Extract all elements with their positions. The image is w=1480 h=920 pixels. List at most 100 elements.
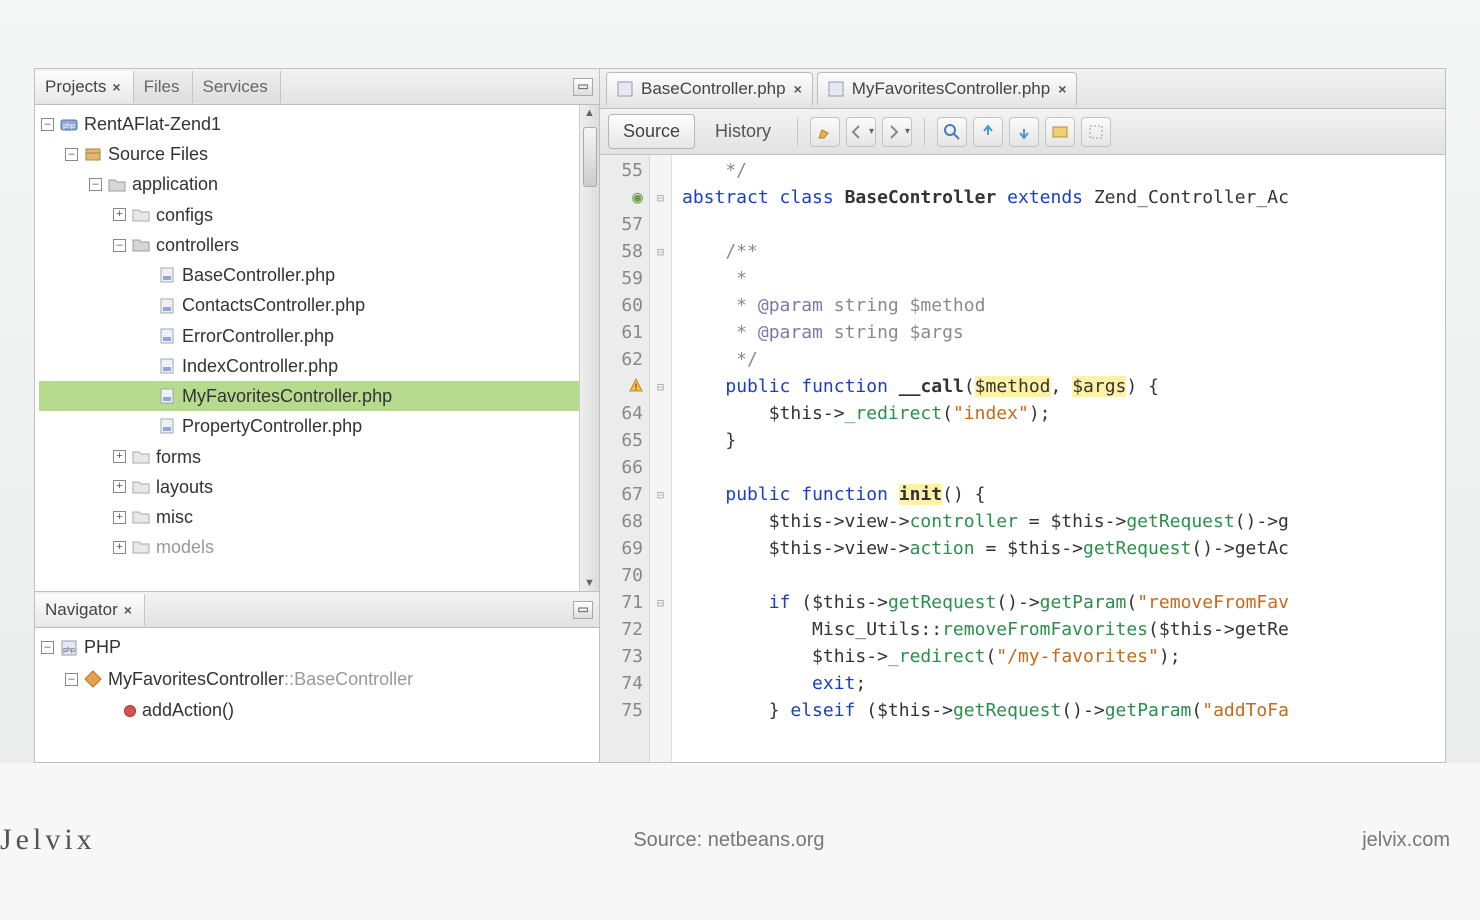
tree-folder[interactable]: +misc [39,502,599,532]
projects-tree: – php RentAFlat-Zend1 – Source Files – [35,105,599,567]
collapse-icon[interactable]: – [41,118,54,131]
tree-label: forms [156,442,201,472]
tree-folder[interactable]: + forms [39,442,599,472]
minimize-icon[interactable]: ▭ [573,78,593,96]
tree-application[interactable]: – application [39,169,599,199]
tree-source-files[interactable]: – Source Files [39,139,599,169]
expand-icon[interactable]: + [113,450,126,463]
code-editor[interactable]: 55◉575859606162!646566676869707172737475… [600,155,1445,762]
vertical-scrollbar[interactable]: ▲ ▼ [579,105,599,591]
close-icon[interactable]: × [124,602,132,618]
tree-label: ErrorController.php [182,321,334,351]
tree-file[interactable]: IndexController.php [39,351,599,381]
tree-label: RentAFlat-Zend1 [84,109,221,139]
package-icon [84,145,102,163]
expand-icon[interactable]: + [113,480,126,493]
tree-file[interactable]: BaseController.php [39,260,599,290]
scroll-up-icon[interactable]: ▲ [584,105,595,121]
line-number-gutter: 55◉575859606162!646566676869707172737475 [600,155,650,762]
collapse-icon[interactable]: – [41,641,54,654]
find-next-icon[interactable] [1009,117,1039,147]
php-file-icon [158,297,176,315]
collapse-icon[interactable]: – [65,148,78,161]
tab-services[interactable]: Services [193,71,281,103]
nav-root[interactable]: – php PHP [39,632,599,664]
folder-open-icon [108,176,126,194]
tree-label: models [156,532,214,562]
editor-tab-myfavorites[interactable]: MyFavoritesController.php × [817,72,1078,105]
close-icon[interactable]: × [112,79,120,95]
class-icon [84,670,102,688]
tree-folder-configs[interactable]: + configs [39,200,599,230]
fold-icon[interactable]: ⊟ [657,189,664,207]
brand-logo: Jelvix [0,823,96,857]
folder-icon [132,448,150,466]
tab-files[interactable]: Files [134,71,193,103]
tree-label: PHP [84,632,121,664]
editor-tabstrip: BaseController.php × MyFavoritesControll… [600,69,1445,109]
tree-label: addAction() [142,695,234,727]
folder-open-icon [132,236,150,254]
ide-window: Projects × Files Services ▭ – php RentAF… [34,68,1446,763]
source-button[interactable]: Source [608,114,695,149]
code-area[interactable]: */abstract class BaseController extends … [672,155,1289,762]
folder-icon [132,538,150,556]
nav-class-label: MyFavoritesController::BaseController [108,664,413,696]
fold-marker-column[interactable]: ⊟ ⊟ ⊟ ⊟ ⊟ [650,155,672,762]
close-icon[interactable]: × [794,81,802,97]
tree-label: MyFavoritesController.php [182,381,392,411]
scroll-down-icon[interactable]: ▼ [584,575,595,591]
tree-file[interactable]: ContactsController.php [39,290,599,320]
fold-icon[interactable]: ⊟ [657,594,664,612]
tab-label: Projects [45,77,106,97]
fold-icon[interactable]: ⊟ [657,243,664,261]
tab-projects[interactable]: Projects × [35,71,134,103]
expand-icon[interactable]: + [113,511,126,524]
tab-label: BaseController.php [641,79,786,99]
tab-label: Files [144,77,180,97]
tree-folder[interactable]: + models [39,532,599,562]
close-icon[interactable]: × [1058,81,1066,97]
tree-label: BaseController.php [182,260,335,290]
find-previous-icon[interactable] [973,117,1003,147]
find-selection-icon[interactable] [937,117,967,147]
left-tabstrip: Projects × Files Services ▭ [35,69,599,105]
tree-file[interactable]: PropertyController.php [39,411,599,441]
tree-label: application [132,169,218,199]
history-button[interactable]: History [701,115,785,148]
site-url: jelvix.com [1362,829,1450,852]
navigator-tabstrip: Navigator × ▭ [35,592,599,628]
image-footer: Jelvix Source: netbeans.org jelvix.com [0,763,1480,857]
tree-folder[interactable]: +layouts [39,472,599,502]
folder-icon [132,206,150,224]
collapse-icon[interactable]: – [113,239,126,252]
tree-label: IndexController.php [182,351,338,381]
toggle-rectangular-icon[interactable] [1081,117,1111,147]
tree-project-root[interactable]: – php RentAFlat-Zend1 [39,109,599,139]
minimize-icon[interactable]: ▭ [573,601,593,619]
collapse-icon[interactable]: – [89,178,102,191]
fold-icon[interactable]: ⊟ [657,378,664,396]
php-file-icon [617,81,633,97]
tree-label: ContactsController.php [182,290,365,320]
back-icon[interactable] [846,117,876,147]
nav-method[interactable]: addAction() [39,695,599,727]
tree-file[interactable]: MyFavoritesController.php [39,381,599,411]
forward-icon[interactable] [882,117,912,147]
expand-icon[interactable]: + [113,541,126,554]
tab-navigator[interactable]: Navigator × [35,594,145,626]
tree-folder-controllers[interactable]: – controllers [39,230,599,260]
toggle-highlight-icon[interactable] [1045,117,1075,147]
collapse-icon[interactable]: – [65,673,78,686]
expand-icon[interactable]: + [113,208,126,221]
source-credit: Source: netbeans.org [633,829,824,852]
fold-icon[interactable]: ⊟ [657,486,664,504]
tree-file[interactable]: ErrorController.php [39,321,599,351]
last-edit-icon[interactable] [810,117,840,147]
scrollbar-thumb[interactable] [583,127,597,187]
folder-icon [132,478,150,496]
editor-tab-basecontroller[interactable]: BaseController.php × [606,72,813,105]
tree-label: Source Files [108,139,208,169]
tab-label: MyFavoritesController.php [852,79,1050,99]
nav-class[interactable]: – MyFavoritesController::BaseController [39,664,599,696]
